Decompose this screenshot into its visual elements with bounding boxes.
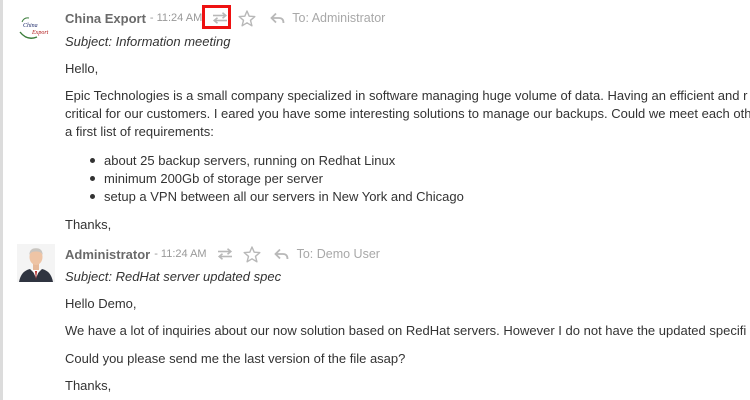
list-item: about 25 backup servers, running on Redh… xyxy=(90,151,464,169)
list-item-text: setup a VPN between all our servers in N… xyxy=(104,188,464,204)
list-item: minimum 200Gb of storage per server xyxy=(90,169,464,187)
message-greeting: Hello, xyxy=(65,60,750,78)
author-name[interactable]: China Export xyxy=(65,11,146,26)
avatar[interactable]: China Export xyxy=(17,8,53,44)
message-closing: Thanks, xyxy=(65,216,750,234)
message-subject: Subject: RedHat server updated spec xyxy=(65,269,282,284)
recipient: To: Administrator xyxy=(292,11,386,25)
paragraph-line: Epic Technologies is a small company spe… xyxy=(65,88,748,103)
message-paragraph: We have a lot of inquiries about our now… xyxy=(65,322,750,340)
author-name[interactable]: Administrator xyxy=(65,247,150,262)
china-export-logo: China Export xyxy=(19,17,49,39)
highlight-box xyxy=(202,5,231,29)
message-time: 11:24 AM xyxy=(156,12,203,24)
star-icon[interactable] xyxy=(241,244,263,264)
svg-text:China: China xyxy=(23,23,38,29)
message-paragraph: Epic Technologies is a small company spe… xyxy=(65,87,750,141)
paragraph-line: critical for our customers. I eared you … xyxy=(65,106,750,121)
message-question: Could you please send me the last versio… xyxy=(65,350,750,368)
message-greeting: Hello Demo, xyxy=(65,295,750,313)
reply-icon[interactable] xyxy=(268,10,286,26)
message-time: 11:24 AM xyxy=(160,248,207,260)
closing-text: Thanks, xyxy=(65,217,112,232)
message-header: Administrator - 11:24 AM To: Demo User xyxy=(65,245,745,263)
list-item: setup a VPN between all our servers in N… xyxy=(90,187,464,205)
greeting-text: Hello Demo, xyxy=(65,296,137,311)
paragraph-line: We have a lot of inquiries about our now… xyxy=(65,323,747,338)
swap-arrows-icon[interactable] xyxy=(215,245,235,263)
svg-text:Export: Export xyxy=(31,30,49,36)
list-item-text: about 25 backup servers, running on Redh… xyxy=(104,152,396,168)
header-separator: - xyxy=(154,248,158,260)
avatar[interactable] xyxy=(17,244,55,282)
list-item-text: minimum 200Gb of storage per server xyxy=(104,170,323,186)
left-border xyxy=(0,0,3,400)
bullet-dot xyxy=(90,175,95,181)
message-subject: Subject: Information meeting xyxy=(65,34,231,49)
star-icon[interactable] xyxy=(236,8,258,28)
recipient: To: Demo User xyxy=(296,247,380,261)
closing-text: Thanks, xyxy=(65,378,112,393)
reply-icon[interactable] xyxy=(273,246,291,262)
bullet-dot xyxy=(90,193,95,199)
bullet-dot xyxy=(90,157,95,163)
paragraph-line: a first list of requirements: xyxy=(65,124,214,139)
header-separator: - xyxy=(149,12,154,24)
greeting-text: Hello, xyxy=(65,61,99,76)
administrator-photo xyxy=(17,244,55,282)
message-header: China Export - 11:24 AM To: Administrato… xyxy=(65,9,745,27)
requirements-list: about 25 backup servers, running on Redh… xyxy=(90,151,464,205)
question-text: Could you please send me the last versio… xyxy=(65,351,406,366)
message-closing: Thanks, xyxy=(65,377,750,395)
